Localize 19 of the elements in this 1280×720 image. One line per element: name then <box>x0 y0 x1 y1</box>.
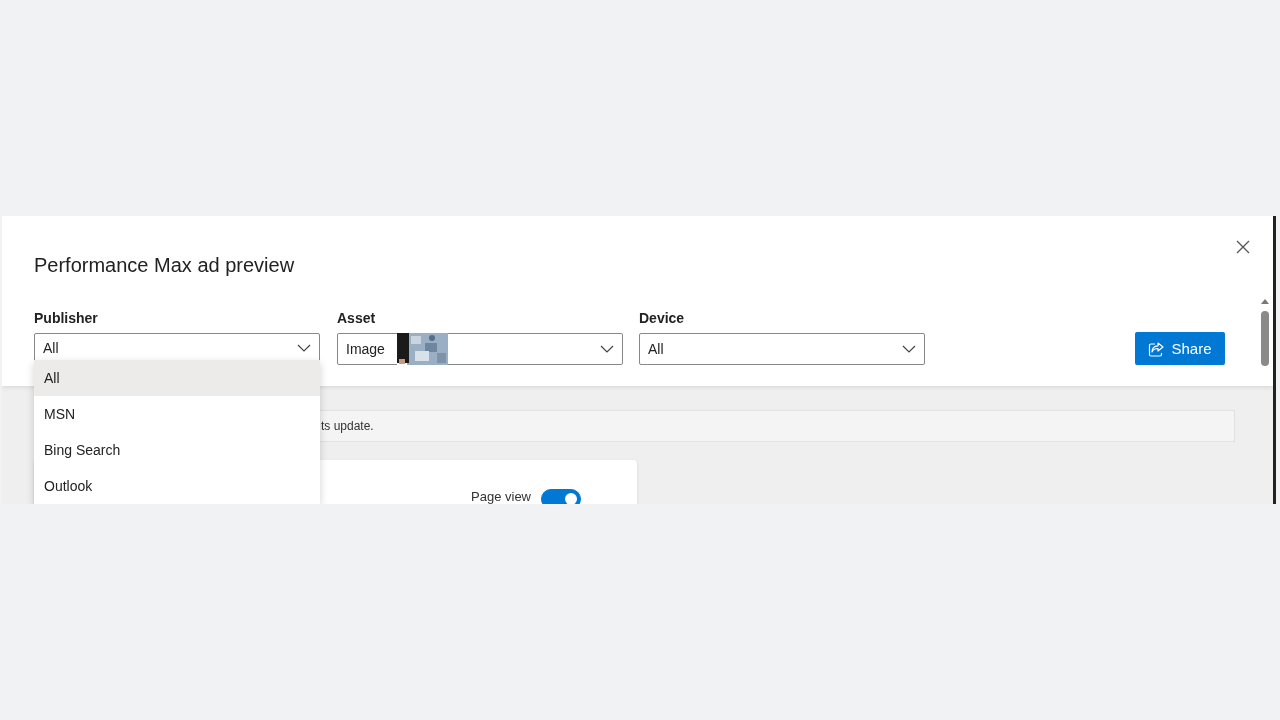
dropdown-field[interactable]: Image <box>337 333 623 365</box>
field-label: Device <box>639 310 686 326</box>
share-button[interactable]: Share <box>1135 332 1225 365</box>
chevron-down-icon <box>297 344 311 352</box>
close-icon[interactable] <box>1235 239 1251 255</box>
toggle-switch[interactable] <box>541 489 581 504</box>
notice-text: ts update. <box>321 419 374 433</box>
field-label: Asset <box>337 310 377 326</box>
dialog-title: Performance Max ad preview <box>34 254 295 278</box>
dropdown-field[interactable]: All <box>639 333 925 365</box>
dropdown-option[interactable]: Bing Search <box>34 432 320 468</box>
dropdown-option[interactable]: Outlook <box>34 468 320 504</box>
field-label: Publisher <box>34 310 99 326</box>
chevron-down-icon <box>902 345 916 353</box>
dropdown-option[interactable]: All <box>34 360 320 396</box>
share-icon <box>1148 340 1166 357</box>
chevron-down-icon <box>600 345 614 353</box>
dropdown-option[interactable]: MSN <box>34 396 320 432</box>
toggle-label: Page view <box>471 489 531 504</box>
